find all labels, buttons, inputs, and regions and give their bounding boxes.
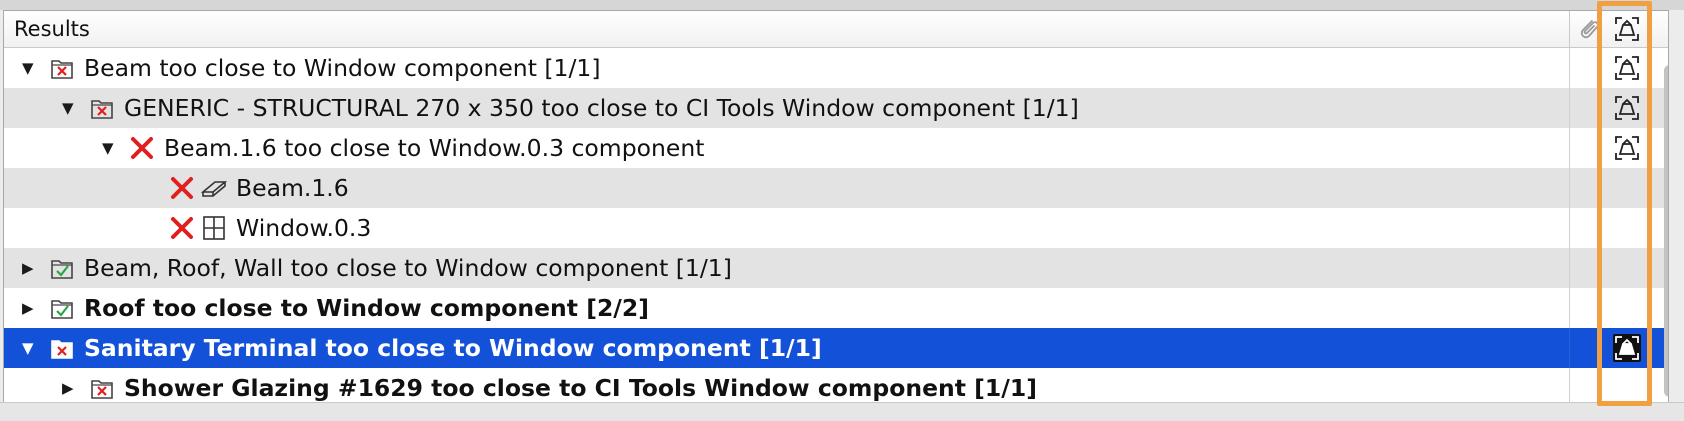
cell-divider xyxy=(1569,128,1570,168)
fail-x-icon xyxy=(128,134,156,162)
table-row[interactable]: Beam.1.6 xyxy=(4,168,1668,208)
cell-divider xyxy=(1601,128,1602,168)
cell-divider xyxy=(1569,48,1570,88)
collapse-toggle-icon[interactable]: ▼ xyxy=(22,337,34,359)
cell-divider xyxy=(1601,48,1602,88)
row-label: Window.0.3 xyxy=(236,214,372,242)
row-label: GENERIC - STRUCTURAL 270 x 350 too close… xyxy=(124,94,1079,122)
column-divider[interactable] xyxy=(1601,11,1602,47)
row-label: Beam.1.6 too close to Window.0.3 compone… xyxy=(164,134,705,162)
fail-folder-icon xyxy=(48,334,76,362)
top-strip xyxy=(0,0,1684,10)
table-row[interactable]: Window.0.3 xyxy=(4,208,1668,248)
collapse-toggle-icon[interactable]: ▼ xyxy=(62,97,74,119)
row-label: Shower Glazing #1629 too close to CI Too… xyxy=(124,374,1037,402)
row-label: Beam too close to Window component [1/1] xyxy=(84,54,601,82)
table-row[interactable]: ▶ Roof too close to Window component [2/… xyxy=(4,288,1668,328)
row-label: Sanitary Terminal too close to Window co… xyxy=(84,334,822,362)
window-icon xyxy=(200,214,228,242)
expand-toggle-icon[interactable]: ▶ xyxy=(62,377,74,399)
cell-divider xyxy=(1601,88,1602,128)
expand-toggle-icon[interactable]: ▶ xyxy=(22,297,34,319)
bottom-strip xyxy=(0,402,1684,421)
view-in-model-icon[interactable] xyxy=(1613,94,1641,122)
view-in-model-icon[interactable] xyxy=(1613,54,1641,82)
cell-divider xyxy=(1601,328,1602,368)
expand-toggle-icon[interactable]: ▶ xyxy=(22,257,34,279)
cell-divider xyxy=(1569,288,1570,328)
cell-divider xyxy=(1569,88,1570,128)
cell-divider xyxy=(1601,248,1602,288)
fail-x-icon xyxy=(168,214,196,242)
collapse-toggle-icon[interactable]: ▼ xyxy=(102,137,114,159)
cell-divider xyxy=(1601,288,1602,328)
fail-folder-icon xyxy=(88,94,116,122)
beam-icon xyxy=(200,174,228,202)
row-label: Roof too close to Window component [2/2] xyxy=(84,294,649,322)
vertical-scrollbar[interactable] xyxy=(1663,57,1668,403)
row-label: Beam, Roof, Wall too close to Window com… xyxy=(84,254,732,282)
table-row[interactable]: ▼ GENERIC - STRUCTURAL 270 x 350 too clo… xyxy=(4,88,1668,128)
view-header-icon[interactable] xyxy=(1613,15,1641,43)
table-row[interactable]: ▼ Sanitary Terminal too close to Window … xyxy=(4,328,1668,368)
fail-folder-icon xyxy=(88,374,116,402)
results-column-header[interactable]: Results xyxy=(14,17,90,41)
collapse-toggle-icon[interactable]: ▼ xyxy=(22,57,34,79)
view-in-model-icon[interactable] xyxy=(1613,334,1641,362)
cell-divider xyxy=(1601,208,1602,248)
cell-divider xyxy=(1569,368,1570,403)
pass-folder-icon xyxy=(48,294,76,322)
cell-divider xyxy=(1569,208,1570,248)
fail-folder-icon xyxy=(48,54,76,82)
cell-divider xyxy=(1569,168,1570,208)
table-row[interactable]: ▼ Beam.1.6 too close to Window.0.3 compo… xyxy=(4,128,1668,168)
paperclip-icon[interactable] xyxy=(1575,15,1603,43)
cell-divider xyxy=(1569,328,1570,368)
row-label: Beam.1.6 xyxy=(236,174,349,202)
table-header: Results xyxy=(4,11,1668,48)
cell-divider xyxy=(1601,368,1602,403)
cell-divider xyxy=(1601,168,1602,208)
table-row[interactable]: ▶ Shower Glazing #1629 too close to CI T… xyxy=(4,368,1668,403)
table-row[interactable]: ▶ Beam, Roof, Wall too close to Window c… xyxy=(4,248,1668,288)
cell-divider xyxy=(1569,248,1570,288)
scroll-thumb[interactable] xyxy=(1664,65,1668,397)
column-divider[interactable] xyxy=(1569,11,1570,47)
results-table: Results ▼ Beam too close to Window compo… xyxy=(3,10,1669,403)
results-panel: Results ▼ Beam too close to Window compo… xyxy=(0,0,1684,421)
fail-x-icon xyxy=(168,174,196,202)
view-in-model-icon[interactable] xyxy=(1613,134,1641,162)
pass-folder-icon xyxy=(48,254,76,282)
table-row[interactable]: ▼ Beam too close to Window component [1/… xyxy=(4,48,1668,88)
